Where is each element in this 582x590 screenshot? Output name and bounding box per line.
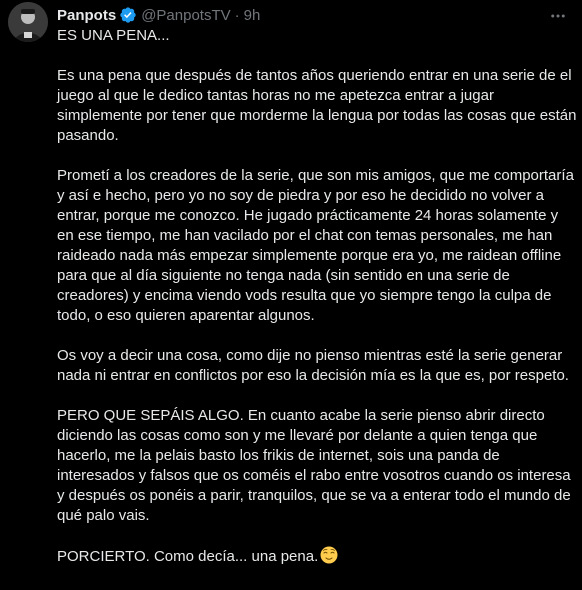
more-horizontal-icon[interactable]: [548, 6, 568, 26]
tweet: Panpots @PanpotsTV · 9h ES UNA PENA... E…: [0, 0, 582, 565]
tweet-paragraph: ES UNA PENA...: [57, 27, 170, 44]
tweet-text: ES UNA PENA... Es una pena que después d…: [57, 26, 577, 590]
author-name[interactable]: Panpots: [57, 7, 116, 24]
verified-badge-icon: [119, 6, 137, 24]
author-handle[interactable]: @PanpotsTV: [141, 7, 230, 24]
tweet-paragraph: Es una pena que después de tantos años q…: [57, 67, 577, 144]
avatar-image: [8, 2, 48, 42]
tweet-paragraph-text: PORCIERTO. Como decía... una pena.: [57, 548, 319, 565]
tweet-paragraph: PERO QUE SEPÁIS ALGO. En cuanto acabe la…: [57, 407, 571, 524]
tweet-paragraph: Prometí a los creadores de la serie, que…: [57, 167, 574, 324]
separator-dot: ·: [234, 6, 240, 24]
tweet-paragraph: Os voy a decir una cosa, como dije no pi…: [57, 347, 569, 384]
avatar[interactable]: [8, 2, 48, 42]
tweet-header: Panpots @PanpotsTV · 9h: [57, 5, 542, 25]
tweet-timestamp[interactable]: 9h: [244, 7, 261, 24]
